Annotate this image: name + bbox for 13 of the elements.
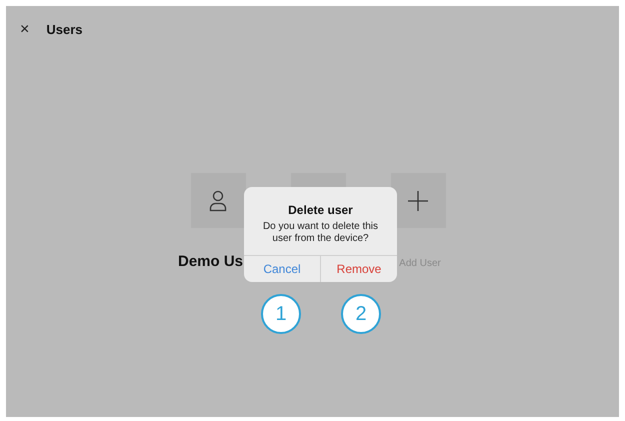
person-icon: [209, 190, 227, 212]
cancel-button[interactable]: Cancel: [244, 256, 320, 282]
callout-number: 2: [341, 294, 381, 334]
dialog-message: Do you want to delete this user from the device?: [262, 221, 380, 245]
close-button[interactable]: ×: [20, 18, 30, 42]
add-user-tile[interactable]: [390, 173, 446, 228]
user-label: Demo Us: [178, 253, 244, 270]
callout-number: 1: [261, 294, 301, 334]
user-tile[interactable]: [190, 173, 246, 228]
remove-button[interactable]: Remove: [320, 256, 397, 282]
plus-icon: [408, 190, 428, 210]
page-title: Users: [46, 21, 82, 40]
dialog-title: Delete user: [288, 202, 353, 219]
